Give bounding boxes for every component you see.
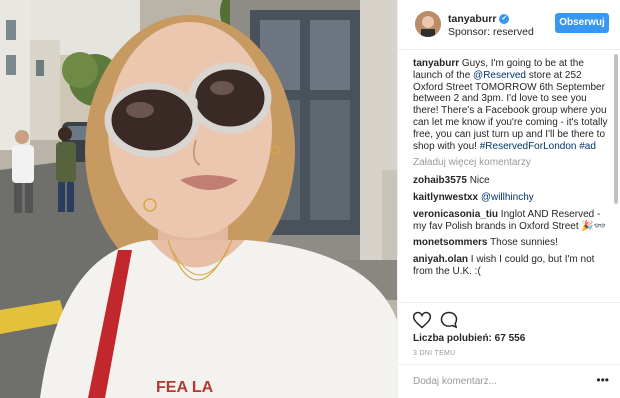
check-badge-icon: ✓ — [499, 14, 510, 24]
shirt-text: FEA LA — [156, 379, 214, 396]
caption-hashtag[interactable]: #ad — [579, 141, 596, 152]
comment-item: zohaib3575 Nice — [413, 175, 608, 187]
post-timestamp[interactable]: 3 DNI TEMU — [413, 350, 456, 357]
comment-username[interactable]: veronicasonia_tiu — [413, 209, 498, 220]
comment-username[interactable]: zohaib3575 — [413, 175, 467, 186]
comment-username[interactable]: monetsommers — [413, 237, 487, 248]
author-username[interactable]: tanyaburr — [448, 13, 496, 25]
caption-text: store at 252 Oxford Street TOMORROW 6th … — [413, 69, 608, 152]
comments-scrollbar[interactable] — [614, 52, 618, 304]
likes-count[interactable]: Liczba polubień: 67 556 — [413, 333, 525, 344]
author-row: tanyaburr ✓ — [448, 13, 510, 25]
heart-icon[interactable] — [412, 310, 432, 330]
comment-item: monetsommers Those sunnies! — [413, 237, 608, 249]
comment-username[interactable]: aniyah.olan — [413, 254, 468, 265]
post-header: tanyaburr ✓ Sponsor: reserved Obserwuj — [398, 0, 620, 50]
add-comment-bar: ••• — [398, 364, 620, 398]
comment-text: Those sunnies! — [487, 237, 558, 249]
comment-text: Nice — [466, 175, 490, 187]
comment-username[interactable]: kaitlynwestxx — [413, 192, 478, 203]
comment-item: veronicasonia_tiu Inglot AND Reserved - … — [413, 209, 608, 233]
comments-list: tanyaburr Guys, I'm going to be at the l… — [413, 58, 608, 302]
comment-mention[interactable]: @willhinchy — [481, 192, 534, 203]
load-more-comments-link[interactable]: Załaduj więcej komentarzy — [413, 157, 608, 169]
caption-hashtag[interactable]: #ReservedForLondon — [480, 141, 577, 152]
sponsor-label[interactable]: Sponsor: reserved — [448, 26, 534, 38]
comment-item: kaitlynwestxx @willhinchy — [413, 192, 608, 204]
avatar[interactable] — [415, 11, 441, 37]
more-options-icon[interactable]: ••• — [596, 373, 609, 387]
speech-bubble-icon[interactable] — [439, 310, 459, 330]
comment-input[interactable] — [413, 373, 583, 389]
scrollbar-thumb[interactable] — [614, 54, 618, 204]
post-caption: tanyaburr Guys, I'm going to be at the l… — [413, 58, 608, 152]
comment-item: aniyah.olan I wish I could go, but I'm n… — [413, 254, 608, 278]
post-photo[interactable]: FEA LA — [0, 0, 397, 398]
avatar-image — [415, 11, 441, 37]
follow-button[interactable]: Obserwuj — [555, 13, 609, 33]
post-sidebar: tanyaburr ✓ Sponsor: reserved Obserwuj t… — [397, 0, 620, 398]
caption-mention[interactable]: @Reserved — [473, 70, 526, 81]
caption-username[interactable]: tanyaburr — [413, 58, 459, 69]
post-photo-illustration: FEA LA — [0, 0, 397, 398]
